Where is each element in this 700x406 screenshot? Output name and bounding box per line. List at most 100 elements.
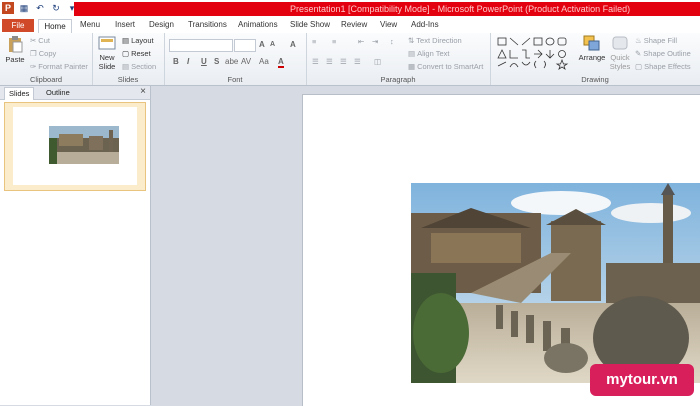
section-label: Section — [131, 62, 157, 71]
justify-icon: ☰ — [354, 57, 361, 66]
slides-group: New Slide ▤ Layout ▢ Reset ▤ Section Slides — [92, 33, 165, 85]
section-icon: ▤ — [122, 62, 130, 71]
powerpoint-icon[interactable]: P — [2, 2, 14, 14]
align-left-button[interactable]: ☰ — [312, 57, 319, 66]
tab-design[interactable]: Design — [149, 20, 174, 29]
cut-button[interactable]: ✂ Cut — [30, 36, 50, 45]
tab-outline[interactable]: Outline — [42, 87, 74, 99]
quick-styles-label: Quick Styles — [609, 53, 631, 71]
bullets-icon: ≡ — [312, 37, 317, 46]
numbering-icon: ≡ — [332, 37, 337, 46]
smartart-label: Convert to SmartArt — [417, 62, 484, 71]
align-center-button[interactable]: ☰ — [326, 57, 333, 66]
slide-thumbnail-selected[interactable] — [4, 102, 146, 191]
tab-transitions[interactable]: Transitions — [188, 20, 227, 29]
tab-view[interactable]: View — [380, 20, 397, 29]
font-name-combo[interactable] — [169, 39, 233, 52]
paste-icon — [9, 36, 23, 53]
numbering-button[interactable]: ≡ — [332, 37, 336, 46]
justify-button[interactable]: ☰ — [354, 57, 361, 66]
tab-review[interactable]: Review — [341, 20, 367, 29]
align-text-button[interactable]: ▤ Align Text — [408, 49, 449, 58]
cut-label: Cut — [38, 36, 50, 45]
align-text-icon: ▤ — [408, 49, 416, 58]
save-icon[interactable]: ▦ — [18, 2, 30, 14]
ribbon-home: Paste ✂ Cut ❐ Copy ✑ Format Painter Clipboa… — [0, 33, 700, 86]
reset-button[interactable]: ▢ Reset — [122, 49, 151, 58]
shape-outline-button[interactable]: ✎ Shape Outline — [635, 49, 691, 58]
shrink-font-button[interactable]: A — [270, 41, 275, 48]
align-right-icon: ☰ — [340, 57, 347, 66]
section-button[interactable]: ▤ Section — [122, 62, 156, 71]
quick-styles-button[interactable]: Quick Styles — [608, 35, 632, 71]
tab-animations[interactable]: Animations — [238, 20, 278, 29]
quick-styles-icon — [612, 36, 628, 50]
columns-button[interactable]: ◫ — [374, 57, 381, 66]
line-spacing-button[interactable]: ↕ — [390, 37, 394, 46]
format-painter-label: Format Painter — [38, 62, 88, 71]
slide-editing-area — [152, 86, 700, 406]
brush-icon: ✑ — [30, 62, 37, 71]
align-center-icon: ☰ — [326, 57, 333, 66]
tab-add-ins[interactable]: Add-Ins — [411, 20, 439, 29]
align-right-button[interactable]: ☰ — [340, 57, 347, 66]
copy-button[interactable]: ❐ Copy — [30, 49, 56, 58]
smartart-button[interactable]: ▦ Convert to SmartArt — [408, 62, 483, 71]
align-left-icon: ☰ — [312, 57, 319, 66]
shapes-gallery[interactable] — [496, 36, 572, 70]
slide-photo[interactable] — [411, 183, 700, 383]
tab-file[interactable]: File — [2, 19, 34, 32]
paint-bucket-icon: ♨ — [635, 36, 642, 45]
arrange-button[interactable]: Arrange — [578, 35, 606, 62]
layout-label: Layout — [131, 36, 154, 45]
slides-group-label: Slides — [117, 75, 139, 84]
tab-insert[interactable]: Insert — [115, 20, 135, 29]
font-size-combo[interactable] — [234, 39, 256, 52]
shape-outline-label: Shape Outline — [643, 49, 691, 58]
shape-fill-button[interactable]: ♨ Shape Fill — [635, 36, 677, 45]
layout-button[interactable]: ▤ Layout — [122, 36, 154, 45]
tab-home[interactable]: Home — [38, 19, 72, 34]
decrease-indent-icon: ⇤ — [358, 37, 365, 46]
font-color-button[interactable]: A — [278, 57, 284, 68]
char-spacing-button[interactable]: AV — [241, 57, 251, 66]
reset-icon: ▢ — [122, 49, 130, 58]
tab-slide-show[interactable]: Slide Show — [290, 20, 330, 29]
drawing-group-label: Drawing — [581, 75, 609, 84]
undo-icon[interactable]: ↶ — [34, 2, 46, 14]
format-painter-button[interactable]: ✑ Format Painter — [30, 62, 88, 71]
increase-indent-button[interactable]: ⇥ — [372, 37, 378, 46]
copy-icon: ❐ — [30, 49, 37, 58]
decrease-indent-button[interactable]: ⇤ — [358, 37, 364, 46]
change-case-button[interactable]: Aa — [259, 57, 269, 66]
paste-button[interactable]: Paste — [4, 35, 26, 64]
arrange-label: Arrange — [578, 53, 606, 62]
title-bar: P ▦ ↶ ↻ ▾ Presentation1 [Compatibility M… — [0, 0, 700, 18]
slide-canvas[interactable] — [302, 94, 700, 406]
shape-effects-button[interactable]: ▢ Shape Effects — [635, 62, 691, 71]
new-slide-button[interactable]: New Slide — [95, 35, 119, 71]
grow-font-button[interactable]: A — [259, 40, 265, 49]
clear-format-button[interactable]: A — [290, 40, 296, 49]
reset-label: Reset — [131, 49, 151, 58]
close-icon[interactable]: × — [140, 86, 146, 97]
bullets-button[interactable]: ≡ — [312, 37, 316, 46]
paste-label: Paste — [5, 55, 25, 64]
redo-icon[interactable]: ↻ — [50, 2, 62, 14]
effects-icon: ▢ — [635, 62, 643, 71]
italic-button[interactable]: I — [187, 57, 189, 66]
paragraph-group: ≡ ≡ ⇤ ⇥ ↕ ⇅ Text Direction ▤ Align Text ▦ C… — [306, 33, 491, 85]
tab-slides[interactable]: Slides — [4, 87, 35, 100]
bold-button[interactable]: B — [173, 57, 179, 66]
shadow-button[interactable]: abe — [225, 57, 238, 66]
clipboard-group-label: Clipboard — [29, 75, 63, 84]
text-direction-button[interactable]: ⇅ Text Direction — [408, 36, 462, 45]
quick-access-toolbar: P ▦ ↶ ↻ ▾ — [2, 2, 78, 14]
text-direction-icon: ⇅ — [408, 36, 415, 45]
pen-icon: ✎ — [635, 49, 642, 58]
strikethrough-button[interactable]: S — [214, 57, 219, 66]
tab-menu[interactable]: Menu — [80, 20, 100, 29]
underline-button[interactable]: U — [201, 57, 207, 66]
new-slide-label: New Slide — [98, 53, 116, 71]
text-direction-label: Text Direction — [416, 36, 462, 45]
